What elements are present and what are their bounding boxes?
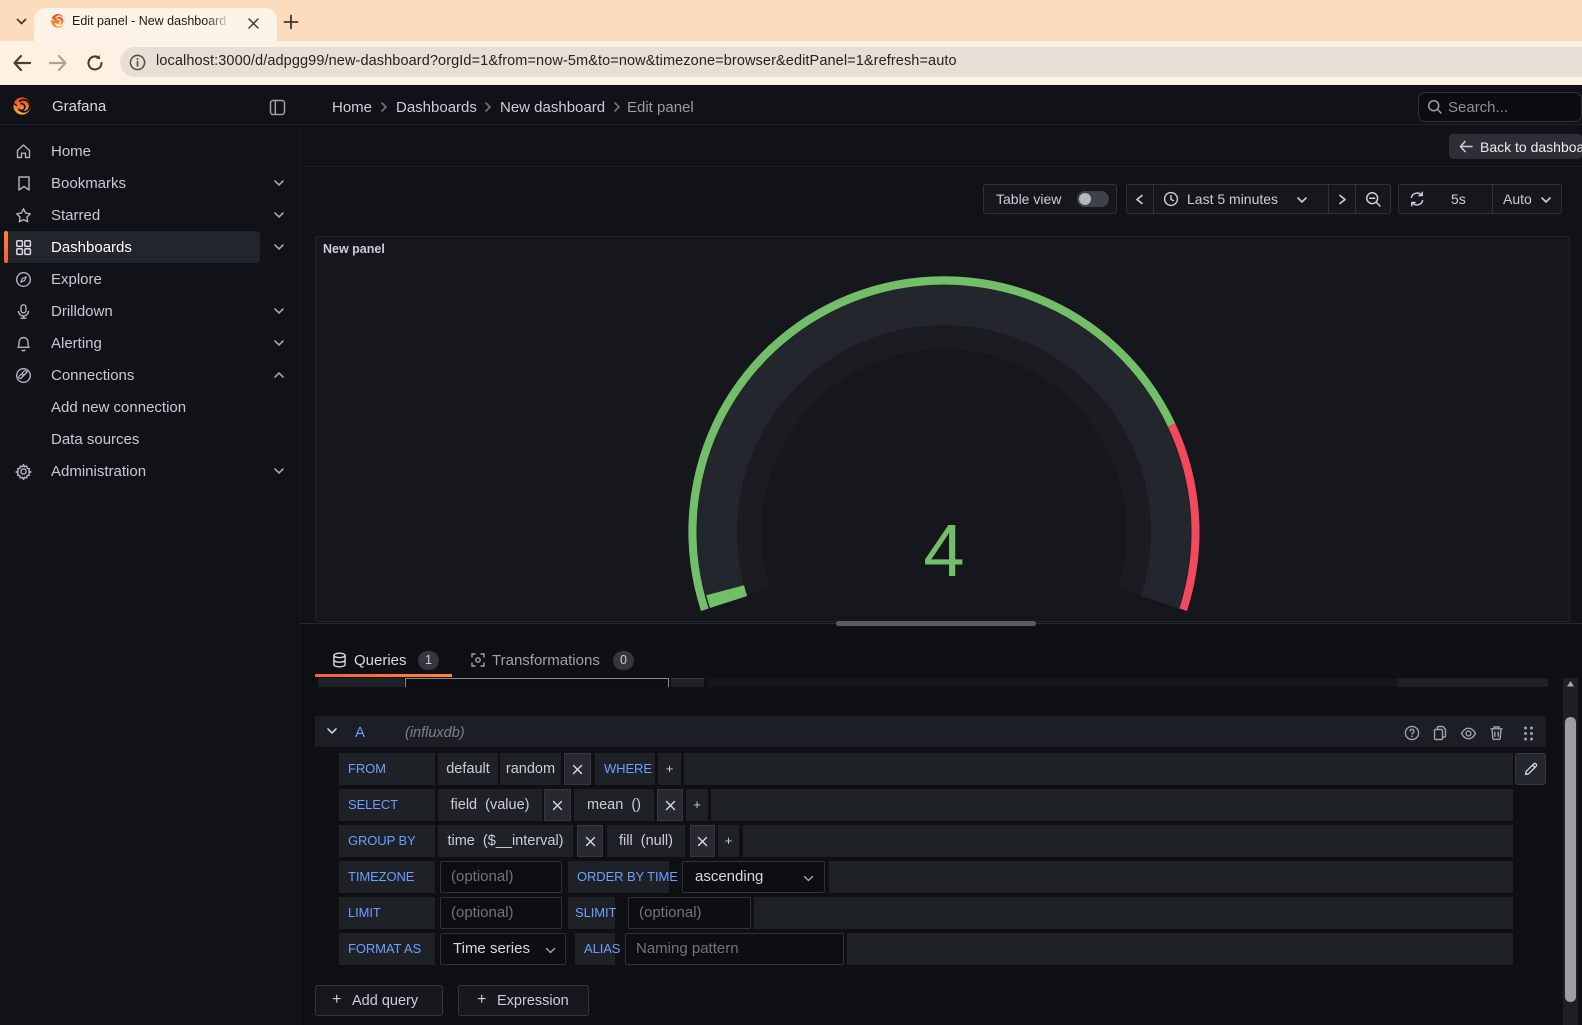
svg-text:4: 4 — [923, 509, 964, 592]
